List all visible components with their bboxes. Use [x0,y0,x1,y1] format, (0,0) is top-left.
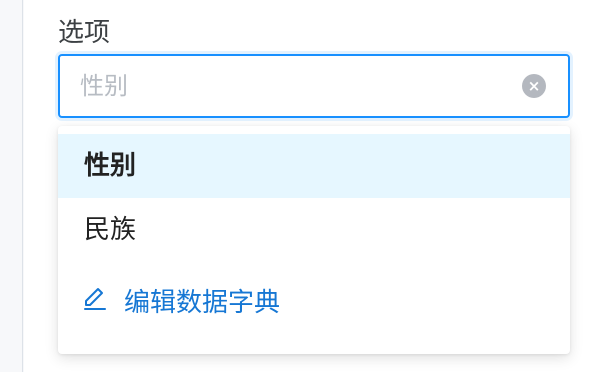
option-ethnicity[interactable]: 民族 [58,198,570,262]
option-gender[interactable]: 性别 [58,134,570,198]
edit-dictionary-link[interactable]: 编辑数据字典 [82,276,280,330]
field-label: 选项 [58,18,111,48]
select-input[interactable] [80,56,510,116]
pencil-icon [82,276,124,330]
divider [22,0,23,372]
option-label: 性别 [84,151,137,181]
option-label: 民族 [84,215,137,245]
select-field[interactable]: × [58,54,570,118]
select-dropdown: 性别 民族 编辑数据字典 [58,126,570,354]
edit-link-label: 编辑数据字典 [124,288,281,318]
clear-icon[interactable]: × [522,74,546,98]
